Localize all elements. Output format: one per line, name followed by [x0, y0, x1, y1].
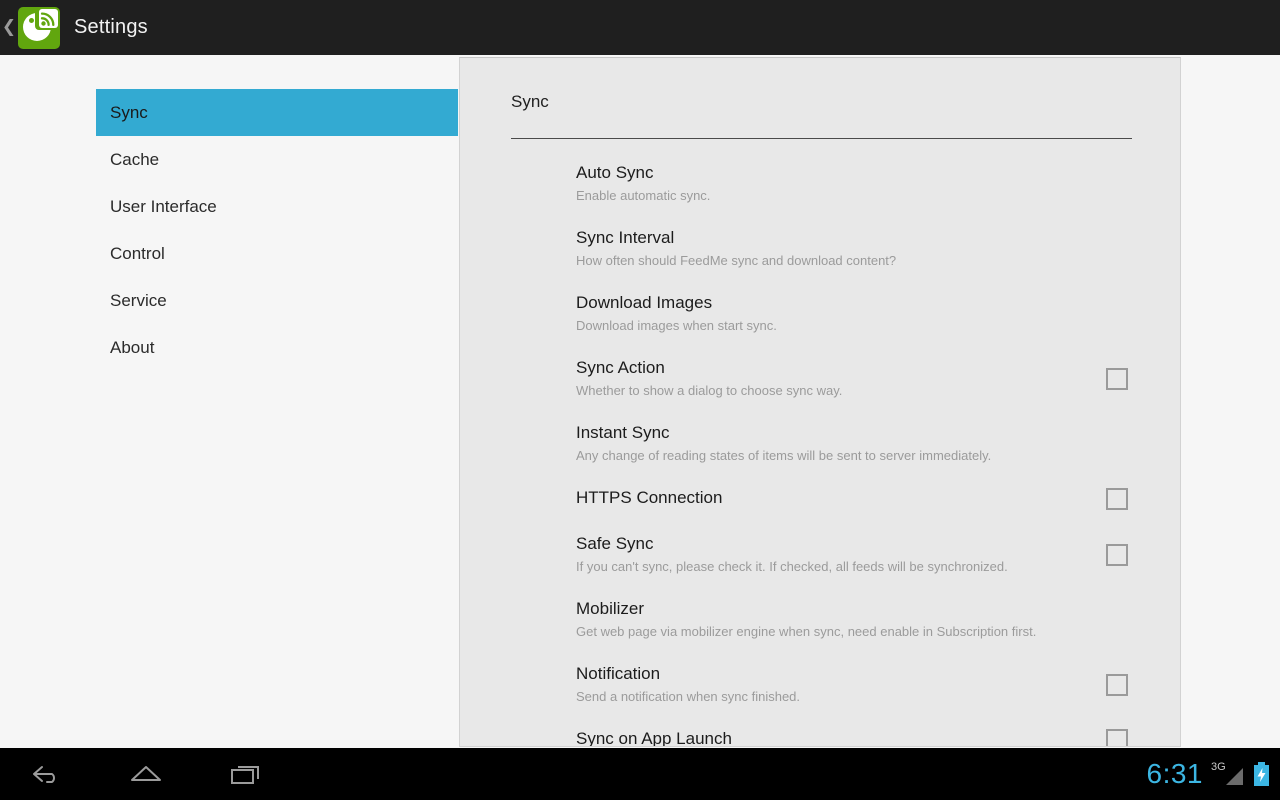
- preference-title: HTTPS Connection: [576, 476, 1090, 522]
- preference-row[interactable]: Sync on App Launch: [460, 717, 1181, 747]
- sidebar-item-user-interface[interactable]: User Interface: [96, 183, 458, 230]
- page-title: Settings: [74, 16, 148, 39]
- sidebar-item-label: Sync: [110, 103, 148, 123]
- sidebar-item-about[interactable]: About: [96, 324, 458, 371]
- preference-text: NotificationSend a notification when syn…: [576, 652, 1090, 717]
- preference-checkbox-placeholder: [1106, 411, 1128, 433]
- recent-apps-icon[interactable]: [224, 754, 268, 794]
- preference-title: Mobilizer: [576, 587, 1090, 620]
- preference-text: Auto SyncEnable automatic sync.: [576, 151, 1090, 216]
- preference-text: Download ImagesDownload images when star…: [576, 281, 1090, 346]
- preference-title: Notification: [576, 652, 1090, 685]
- preference-row[interactable]: Auto SyncEnable automatic sync.: [460, 151, 1181, 216]
- preference-text: Safe SyncIf you can't sync, please check…: [576, 522, 1090, 587]
- preference-text: Sync IntervalHow often should FeedMe syn…: [576, 216, 1090, 281]
- preference-title: Sync Interval: [576, 216, 1090, 249]
- settings-content: Sync Cache User Interface Control Service Abo…: [0, 55, 1280, 748]
- back-arrow-icon[interactable]: [24, 754, 68, 794]
- system-navigation-bar: 6:31 3G: [0, 748, 1280, 800]
- preference-list: Auto SyncEnable automatic sync.Sync Inte…: [460, 139, 1181, 747]
- rss-icon: [39, 9, 58, 28]
- preference-title: Auto Sync: [576, 151, 1090, 184]
- sidebar-item-label: User Interface: [110, 197, 217, 217]
- sidebar-item-service[interactable]: Service: [96, 277, 458, 324]
- preference-row[interactable]: Safe SyncIf you can't sync, please check…: [460, 522, 1181, 587]
- preference-row[interactable]: Instant SyncAny change of reading states…: [460, 411, 1181, 476]
- preference-text: MobilizerGet web page via mobilizer engi…: [576, 587, 1090, 652]
- preference-row[interactable]: Sync IntervalHow often should FeedMe syn…: [460, 216, 1181, 281]
- preference-checkbox[interactable]: [1106, 488, 1128, 510]
- feedme-app-icon[interactable]: [18, 7, 60, 49]
- preference-text: HTTPS Connection: [576, 476, 1090, 522]
- preference-title: Sync Action: [576, 346, 1090, 379]
- preference-row[interactable]: MobilizerGet web page via mobilizer engi…: [460, 587, 1181, 652]
- preference-checkbox[interactable]: [1106, 729, 1128, 747]
- preference-summary: Any change of reading states of items wi…: [576, 444, 1090, 476]
- preference-summary: Download images when start sync.: [576, 314, 1090, 346]
- preference-row[interactable]: NotificationSend a notification when syn…: [460, 652, 1181, 717]
- status-clock: 6:31: [1147, 760, 1204, 788]
- sidebar-item-control[interactable]: Control: [96, 230, 458, 277]
- sidebar-item-cache[interactable]: Cache: [96, 136, 458, 183]
- preference-summary: Get web page via mobilizer engine when s…: [576, 620, 1090, 652]
- signal-bars-icon: 3G: [1211, 761, 1245, 787]
- preference-title: Download Images: [576, 281, 1090, 314]
- preference-title: Safe Sync: [576, 522, 1090, 555]
- preference-text: Sync on App Launch: [576, 717, 1090, 747]
- preference-summary: Enable automatic sync.: [576, 184, 1090, 216]
- sidebar-item-label: Cache: [110, 150, 159, 170]
- preference-title: Instant Sync: [576, 411, 1090, 444]
- battery-charging-icon: [1253, 762, 1270, 787]
- preference-summary: If you can't sync, please check it. If c…: [576, 555, 1090, 587]
- preference-summary: How often should FeedMe sync and downloa…: [576, 249, 1090, 281]
- home-icon[interactable]: [124, 754, 168, 794]
- preference-summary: Send a notification when sync finished.: [576, 685, 1090, 717]
- sidebar-item-label: Control: [110, 244, 165, 264]
- preference-checkbox-placeholder: [1106, 151, 1128, 173]
- settings-headers-list: Sync Cache User Interface Control Service Abo…: [96, 89, 458, 371]
- panel-header: Sync: [460, 58, 1181, 138]
- chevron-left-icon[interactable]: ❮: [0, 0, 18, 55]
- preference-checkbox[interactable]: [1106, 674, 1128, 696]
- preference-text: Instant SyncAny change of reading states…: [576, 411, 1090, 476]
- preference-checkbox[interactable]: [1106, 544, 1128, 566]
- preference-text: Sync ActionWhether to show a dialog to c…: [576, 346, 1090, 411]
- status-area: 6:31 3G: [1147, 748, 1271, 800]
- preference-row[interactable]: Sync ActionWhether to show a dialog to c…: [460, 346, 1181, 411]
- sidebar-item-label: Service: [110, 291, 167, 311]
- preference-row[interactable]: HTTPS Connection: [460, 476, 1181, 522]
- preference-row[interactable]: Download ImagesDownload images when star…: [460, 281, 1181, 346]
- preference-checkbox[interactable]: [1106, 368, 1128, 390]
- panel-title: Sync: [511, 92, 1132, 138]
- preference-checkbox-placeholder: [1106, 587, 1128, 609]
- app-icon-eye: [29, 18, 34, 23]
- preference-checkbox-placeholder: [1106, 216, 1128, 238]
- settings-detail-panel: Sync Auto SyncEnable automatic sync.Sync…: [459, 57, 1181, 747]
- action-bar: ❮ Settings: [0, 0, 1280, 55]
- android-settings-screen: ❮ Settings Sync Cache User Interface Contro…: [0, 0, 1280, 800]
- sidebar-item-sync[interactable]: Sync: [96, 89, 458, 136]
- sidebar-item-label: About: [110, 338, 154, 358]
- preference-summary: Whether to show a dialog to choose sync …: [576, 379, 1090, 411]
- preference-title: Sync on App Launch: [576, 717, 1090, 747]
- preference-checkbox-placeholder: [1106, 281, 1128, 303]
